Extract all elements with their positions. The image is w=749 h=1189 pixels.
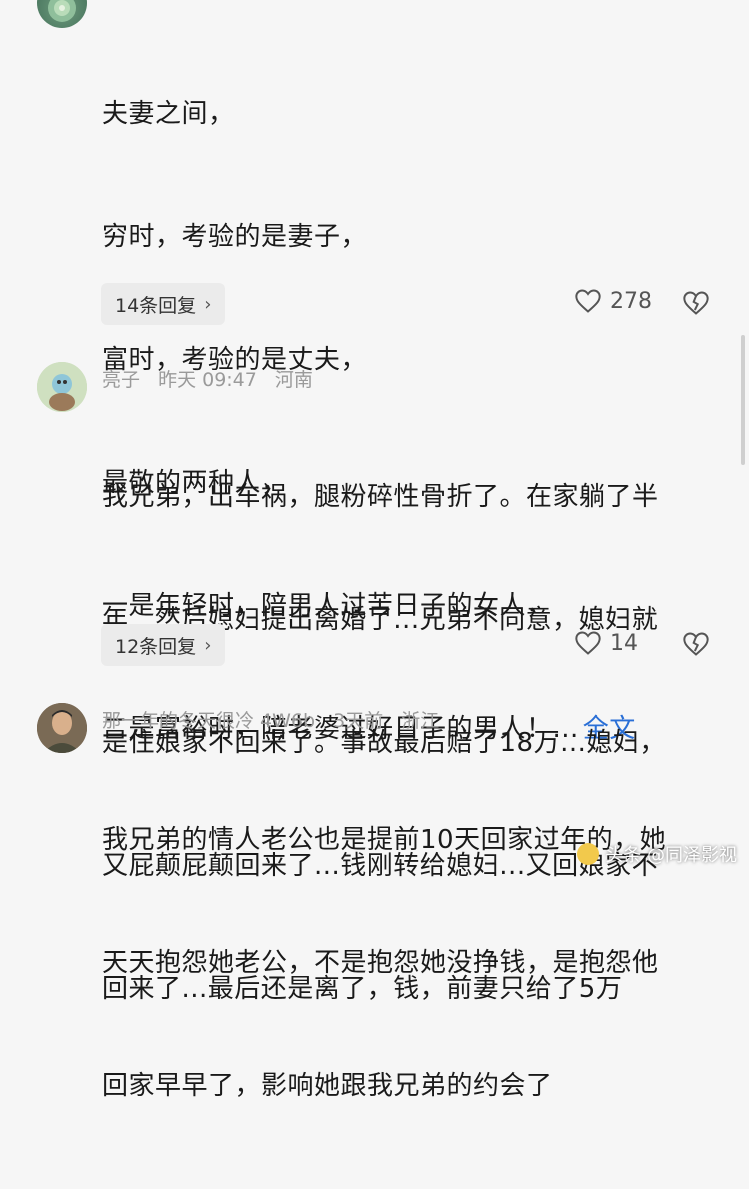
chevron-right-icon: ›: [204, 293, 212, 315]
comment-line: 穷时，考验的是妻子，: [102, 222, 368, 252]
avatar[interactable]: [37, 0, 87, 28]
comment-text: 我兄弟的情人老公也是提前10天回家过年的，她 天天抱怨她老公，不是抱怨她没挣钱，…: [102, 738, 727, 1189]
succulent-avatar-icon: [48, 0, 76, 22]
comment-line: 夫妻之间，: [102, 99, 235, 129]
emoji-icon: [577, 843, 600, 865]
comment-meta: 亮子 昨天 09:47 河南: [102, 365, 325, 392]
avatar[interactable]: [37, 362, 87, 412]
person-avatar-icon: [37, 703, 87, 753]
reply-count-label: 14条回复: [115, 294, 197, 317]
timestamp: 昨天 09:47: [158, 369, 257, 391]
heart-icon: [575, 631, 601, 655]
like-count: 14: [610, 630, 638, 656]
dislike-button[interactable]: [682, 631, 710, 659]
avatar[interactable]: [37, 703, 87, 753]
comment-line: 天天抱怨她老公，不是抱怨她没挣钱，是抱怨他: [102, 948, 659, 978]
broken-heart-icon: [683, 291, 709, 315]
watermark: 头条 @同泽影视: [577, 841, 737, 867]
comment-line: 回家早早了，影响她跟我兄弟的约会了: [102, 1071, 553, 1101]
region: 浙江: [401, 710, 440, 732]
broken-heart-icon: [683, 632, 709, 656]
like-button[interactable]: 14: [574, 630, 638, 656]
username[interactable]: 亮子: [102, 369, 140, 391]
scrollbar[interactable]: [741, 335, 745, 465]
reply-count-label: 12条回复: [115, 635, 197, 658]
cartoon-avatar-icon: [37, 362, 87, 412]
comment-line: 我兄弟，出车祸，腿粉碎性骨折了。在家躺了半: [102, 482, 659, 512]
region: 河南: [274, 369, 313, 391]
dislike-button[interactable]: [682, 290, 710, 318]
username[interactable]: 那一年的冬天很冷 4W6b: [102, 710, 315, 732]
watermark-text: 头条 @同泽影视: [605, 845, 737, 866]
chevron-right-icon: ›: [204, 634, 212, 656]
like-count: 278: [610, 288, 652, 314]
heart-icon: [575, 289, 601, 313]
view-replies-button[interactable]: 12条回复 ›: [101, 624, 226, 666]
timestamp: 3天前: [333, 710, 384, 732]
like-button[interactable]: 278: [574, 288, 652, 314]
comment-meta: 那一年的冬天很冷 4W6b 3天前 浙江: [102, 706, 451, 733]
view-replies-button[interactable]: 14条回复 ›: [101, 283, 226, 325]
